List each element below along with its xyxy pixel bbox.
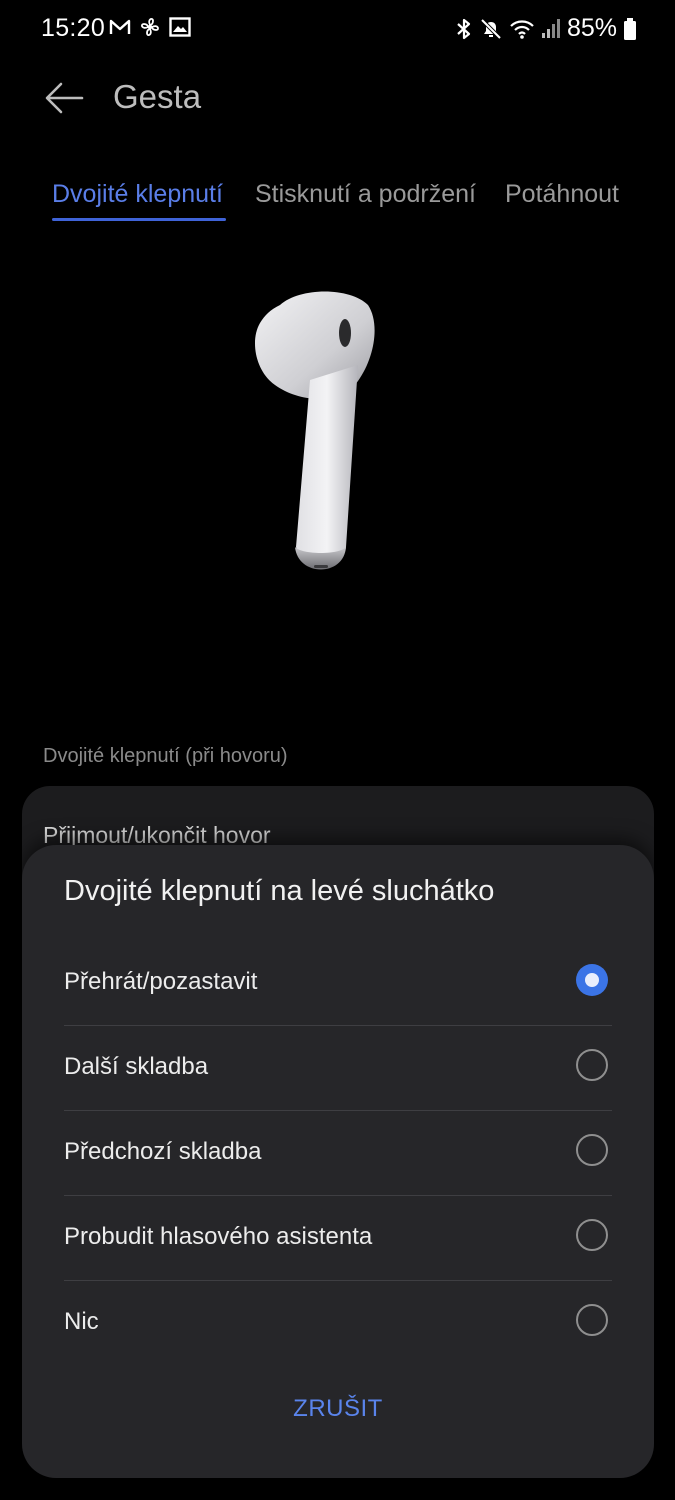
option-nothing[interactable]: Nic [64, 1282, 612, 1366]
dialog-title: Dvojité klepnutí na levé sluchátko [64, 875, 495, 907]
earbud-image [240, 285, 390, 585]
divider [64, 1110, 612, 1111]
option-label: Další skladba [64, 1053, 209, 1080]
mail-icon [109, 17, 131, 37]
mute-icon [479, 17, 503, 41]
bluetooth-icon [455, 17, 473, 41]
tab-press-and-hold[interactable]: Stisknutí a podržení [255, 180, 476, 209]
active-tab-indicator [52, 218, 226, 221]
cancel-button[interactable]: ZRUŠIT [22, 1395, 654, 1439]
radio-button[interactable] [576, 1219, 608, 1251]
radio-button[interactable] [576, 1134, 608, 1166]
divider [64, 1195, 612, 1196]
tab-double-tap[interactable]: Dvojité klepnutí [52, 180, 223, 209]
signal-icon [541, 18, 561, 40]
status-time: 15:20 [41, 14, 106, 42]
gesture-tabs: Dvojité klepnutí Stisknutí a podržení Po… [0, 170, 675, 230]
section-label: Dvojité klepnutí (při hovoru) [43, 745, 288, 767]
option-previous-track[interactable]: Předchozí skladba [64, 1112, 612, 1196]
radio-button[interactable] [576, 1304, 608, 1336]
option-play-pause[interactable]: Přehrát/pozastavit [64, 942, 612, 1026]
divider [64, 1025, 612, 1026]
tab-swipe[interactable]: Potáhnout [505, 180, 619, 209]
radio-button-selected[interactable] [576, 964, 608, 996]
fan-icon [139, 16, 161, 38]
status-left-icons [109, 16, 191, 38]
option-label: Předchozí skladba [64, 1138, 262, 1165]
back-arrow-icon [44, 81, 84, 115]
page-title: Gesta [113, 78, 202, 115]
status-bar: 15:20 85% [0, 0, 675, 58]
back-button[interactable] [38, 74, 90, 122]
battery-icon [623, 17, 637, 41]
wifi-icon [509, 18, 535, 40]
status-right-icons: 85% [455, 14, 637, 43]
radio-button[interactable] [576, 1049, 608, 1081]
option-label: Přehrát/pozastavit [64, 968, 258, 995]
option-label: Nic [64, 1308, 99, 1335]
screen: 15:20 85% Gesta Dvojité klepnutí Stisknu… [0, 0, 675, 1500]
image-icon [169, 17, 191, 37]
option-dialog: Dvojité klepnutí na levé sluchátko Přehr… [22, 845, 654, 1478]
option-next-track[interactable]: Další skladba [64, 1027, 612, 1111]
divider [64, 1280, 612, 1281]
option-label: Probudit hlasového asistenta [64, 1223, 373, 1250]
battery-percent: 85% [566, 14, 617, 42]
option-voice-assistant[interactable]: Probudit hlasového asistenta [64, 1197, 612, 1281]
